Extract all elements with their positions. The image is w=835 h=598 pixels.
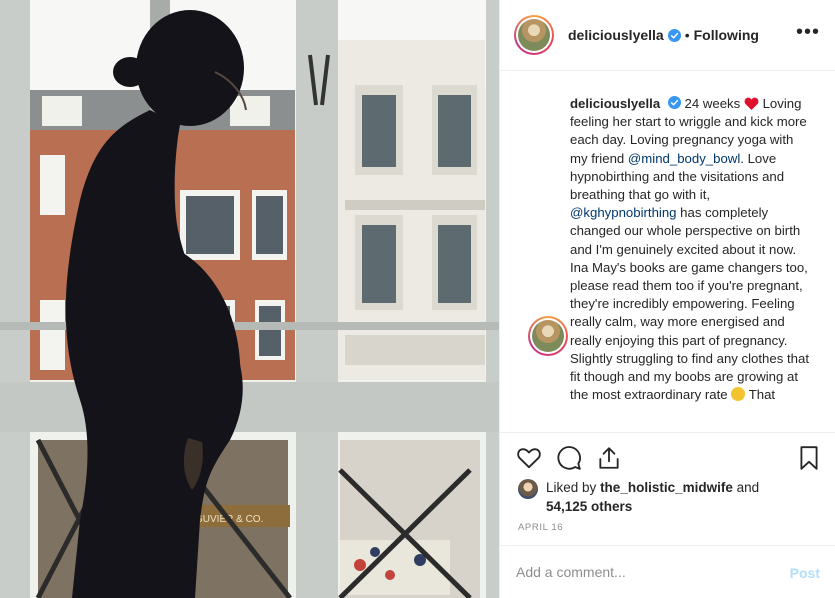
more-options-icon[interactable]: ••• [796,22,820,42]
author-avatar-frame [516,17,552,53]
smiling-face-emoji-icon [731,387,746,402]
liker-username[interactable]: the_holistic_midwife [600,480,733,495]
caption-text-part-1: 24 weeks [684,96,741,111]
heart-icon[interactable] [516,445,542,471]
header-separator: • [684,27,690,43]
caption-author-avatar[interactable] [528,316,568,356]
likes-joiner: and [736,480,760,495]
comment-input[interactable] [516,564,766,580]
liker-avatar[interactable] [518,479,538,499]
likes-text: Liked by the_holistic_midwife and 54,125… [546,478,759,516]
caption-avatar-image [532,320,564,352]
share-icon[interactable] [596,445,622,471]
comment-bubble-icon[interactable] [556,445,582,471]
instagram-post-window: GUVIER & CO. [0,0,835,598]
post-caption: deliciouslyella 24 weeks Loving feeling … [570,95,810,404]
caption-username[interactable]: deliciouslyella [570,96,660,111]
add-comment-bar: Post [500,545,835,598]
author-username[interactable]: deliciouslyella [568,27,664,43]
author-avatar[interactable] [514,15,554,55]
mention-mind-body-bowl[interactable]: @mind_body_bowl [628,151,740,166]
caption-text-part-5: That [748,387,776,403]
post-header: deliciouslyella • Following ••• [500,0,835,71]
likes-prefix: Liked by [546,480,597,495]
post-date[interactable]: APRIL 16 [518,522,563,533]
likes-count[interactable]: 54,125 others [546,499,632,514]
caption-text-part-4: has completely changed our whole perspec… [570,205,809,403]
post-photo[interactable]: GUVIER & CO. [0,0,499,598]
comments-scroll-area[interactable]: deliciouslyella 24 weeks Loving feeling … [500,71,835,432]
likes-summary: Liked by the_holistic_midwife and 54,125… [518,478,759,516]
verified-badge-icon [667,96,681,109]
post-comment-button[interactable]: Post [790,565,820,581]
red-heart-emoji-icon [744,97,759,110]
following-button[interactable]: Following [694,27,759,43]
author-avatar-image [518,19,550,51]
post-details-panel: deliciouslyella • Following ••• deliciou… [499,0,835,598]
verified-badge-icon [667,28,681,42]
mention-kghypnobirthing[interactable]: @kghypnobirthing [570,205,677,220]
caption-avatar-frame [530,318,566,354]
bookmark-icon[interactable] [796,445,822,471]
post-photo-illustration: GUVIER & CO. [0,0,499,598]
